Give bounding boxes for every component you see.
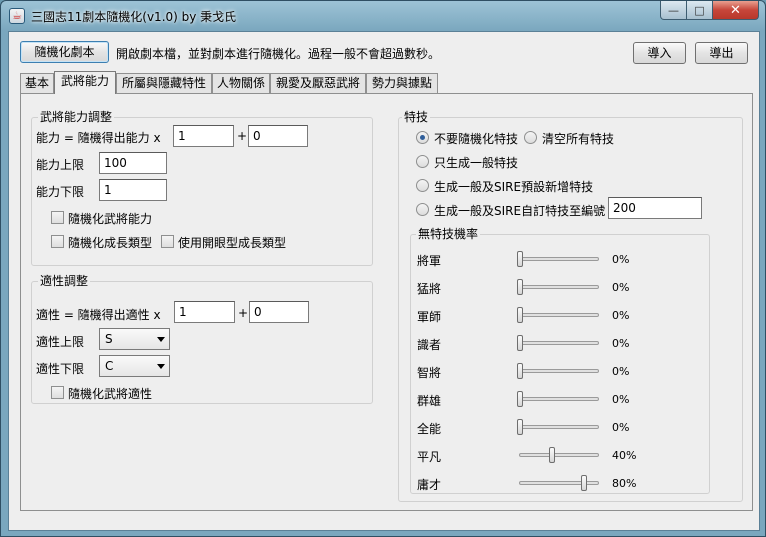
use-open-growth-checkbox[interactable] [161,235,174,248]
aptitude-plus-sign: + [238,306,249,320]
close-button[interactable]: ✕ [713,1,759,20]
slider-thumb[interactable] [517,307,523,323]
skill-rate-slider[interactable] [519,257,599,261]
skill-rate-title: 無特技機率 [416,225,481,242]
randomize-growth-checkbox[interactable] [51,235,64,248]
tab-forces-bases[interactable]: 勢力與據點 [366,73,438,93]
skill-rate-value: 40% [612,449,637,462]
skills-group-title: 特技 [402,108,431,125]
aptitude-offset-input[interactable]: 0 [249,301,309,323]
skills-option-general-sire-label: 生成一般及SIRE預設新增特技 [434,180,594,194]
aptitude-upper-select[interactable]: S [99,328,170,350]
aptitude-group-title: 適性調整 [38,272,91,289]
slider-thumb[interactable] [517,391,523,407]
ability-plus-sign: + [237,129,248,143]
aptitude-lower-value: C [105,359,114,373]
maximize-button[interactable]: □ [687,1,713,20]
skill-rate-value: 0% [612,253,630,266]
skill-rate-value: 0% [612,309,630,322]
use-open-growth-label: 使用開眼型成長類型 [178,236,287,250]
randomize-ability-checkbox[interactable] [51,211,64,224]
skill-rate-label: 將軍 [417,254,442,268]
ability-formula-label: 能力 = 隨機得出能力 x [36,131,161,145]
tab-basic[interactable]: 基本 [20,73,54,93]
title-bar[interactable]: ☕ 三國志11劇本隨機化(v1.0) by 秉戈氏 — □ ✕ [1,1,765,31]
tab-likes-dislikes[interactable]: 親愛及厭惡武將 [270,73,366,93]
skill-rate-label: 平凡 [417,450,442,464]
skills-option-custom-label: 生成一般及SIRE自訂特技至編號 [434,204,606,218]
randomize-aptitude-checkbox[interactable] [51,386,64,399]
skill-rate-value: 0% [612,365,630,378]
aptitude-upper-label: 適性上限 [36,335,85,349]
tab-affiliation[interactable]: 所屬與隱藏特性 [116,73,212,93]
description-text: 開啟劇本檔，並對劇本進行隨機化。過程一般不會超過數秒。 [116,47,441,61]
skills-option-clear-radio[interactable] [524,131,537,144]
aptitude-formula-label: 適性 = 隨機得出適性 x [36,308,161,322]
skill-rate-value: 80% [612,477,637,490]
skill-rate-value: 0% [612,337,630,350]
ability-lower-label: 能力下限 [36,185,85,199]
slider-thumb[interactable] [517,419,523,435]
skill-rate-slider[interactable] [519,313,599,317]
ability-lower-input[interactable]: 1 [99,179,167,201]
skills-option-general-label: 只生成一般特技 [434,156,519,170]
skill-rate-slider[interactable] [519,341,599,345]
skill-rate-label: 庸才 [417,478,442,492]
slider-thumb[interactable] [517,335,523,351]
chevron-down-icon [157,364,165,369]
java-cup-icon[interactable]: ☕ [9,8,25,24]
slider-thumb[interactable] [549,447,555,463]
skill-rate-value: 0% [612,421,630,434]
skill-rate-slider[interactable] [519,453,599,457]
skills-option-custom-radio[interactable] [416,203,429,216]
skills-option-none-label: 不要隨機化特技 [434,132,519,146]
app-window: ☕ 三國志11劇本隨機化(v1.0) by 秉戈氏 — □ ✕ 隨機化劇本 開啟… [0,0,766,537]
export-button[interactable]: 導出 [695,42,748,64]
chevron-down-icon [157,337,165,342]
ability-offset-input[interactable]: 0 [248,125,308,147]
ability-multiplier-input[interactable]: 1 [173,125,234,147]
skill-rate-slider[interactable] [519,397,599,401]
slider-thumb[interactable] [517,279,523,295]
tab-general-ability[interactable]: 武將能力 [54,71,116,94]
skill-rate-label: 群雄 [417,394,442,408]
client-area: 隨機化劇本 開啟劇本檔，並對劇本進行隨機化。過程一般不會超過數秒。 導入 導出 … [8,31,760,531]
skill-rate-slider[interactable] [519,481,599,485]
window-controls: — □ ✕ [660,1,759,21]
skills-option-general-sire-radio[interactable] [416,179,429,192]
skill-rate-slider[interactable] [519,425,599,429]
slider-thumb[interactable] [581,475,587,491]
aptitude-lower-label: 適性下限 [36,362,85,376]
skill-rate-slider[interactable] [519,369,599,373]
skill-rate-value: 0% [612,281,630,294]
randomize-ability-label: 隨機化武將能力 [68,212,153,226]
tab-relationships[interactable]: 人物關係 [212,73,270,93]
minimize-button[interactable]: — [660,1,687,20]
skill-rate-label: 智將 [417,366,442,380]
aptitude-upper-value: S [105,332,113,346]
ability-upper-label: 能力上限 [36,158,85,172]
skills-option-none-radio[interactable] [416,131,429,144]
ability-upper-input[interactable]: 100 [99,152,167,174]
slider-thumb[interactable] [517,251,523,267]
skill-rate-label: 軍師 [417,310,442,324]
aptitude-multiplier-input[interactable]: 1 [174,301,235,323]
skills-custom-number-input[interactable]: 200 [608,197,702,219]
randomize-scenario-button[interactable]: 隨機化劇本 [20,41,109,63]
skill-rate-label: 識者 [417,338,442,352]
skill-rate-label: 全能 [417,422,442,436]
randomize-aptitude-label: 隨機化武將適性 [68,387,153,401]
skills-option-general-radio[interactable] [416,155,429,168]
ability-group-title: 武將能力調整 [38,108,115,125]
tab-panel-general-ability: 武將能力調整 能力 = 隨機得出能力 x 1 + 0 能力上限 100 能力下限… [20,93,753,511]
skill-rate-value: 0% [612,393,630,406]
skills-option-clear-label: 清空所有特技 [542,132,615,146]
window-title: 三國志11劇本隨機化(v1.0) by 秉戈氏 [31,10,237,24]
randomize-growth-label: 隨機化成長類型 [68,236,153,250]
skill-rate-slider[interactable] [519,285,599,289]
skill-rate-label: 猛將 [417,282,442,296]
slider-thumb[interactable] [517,363,523,379]
import-button[interactable]: 導入 [633,42,686,64]
aptitude-lower-select[interactable]: C [99,355,170,377]
